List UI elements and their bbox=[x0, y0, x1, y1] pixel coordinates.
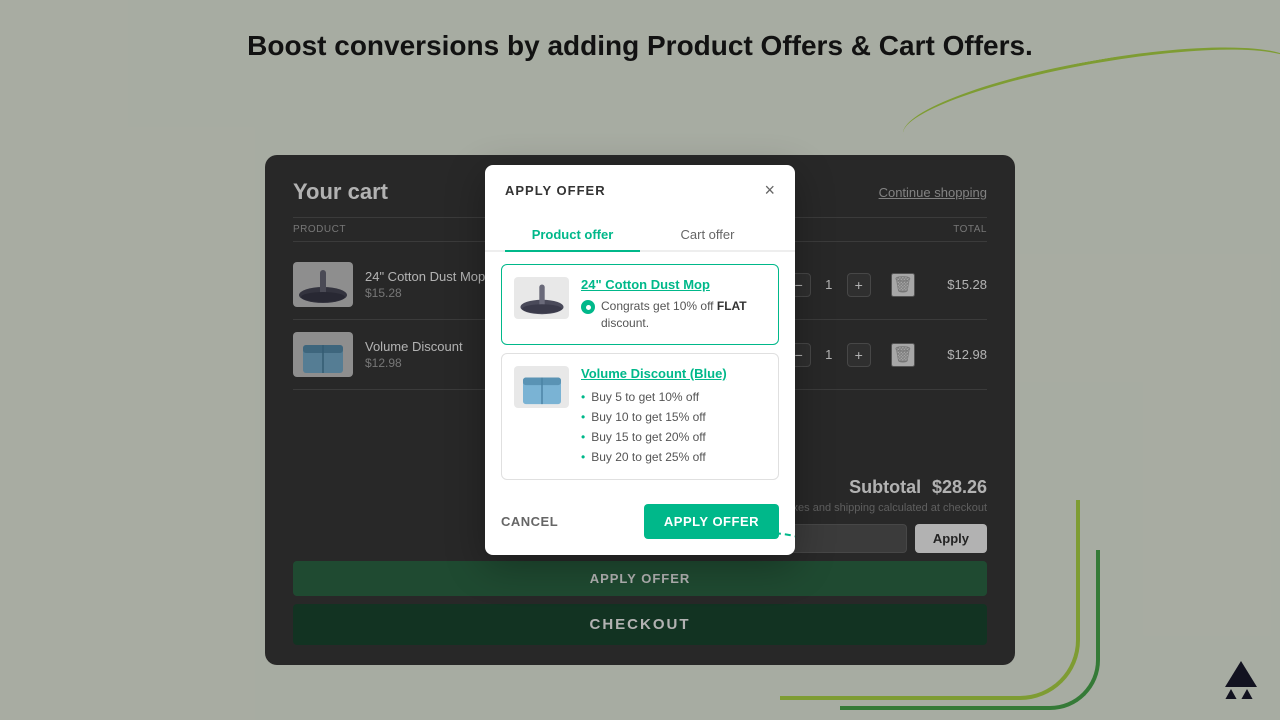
offer-card-2[interactable]: Volume Discount (Blue) Buy 5 to get 10% … bbox=[501, 353, 779, 480]
offer-2-tier-1: Buy 5 to get 10% off bbox=[581, 387, 766, 407]
offer-blue-box-icon bbox=[518, 368, 566, 406]
offer-2-name: Volume Discount (Blue) bbox=[581, 366, 766, 381]
offer-2-content: Volume Discount (Blue) Buy 5 to get 10% … bbox=[581, 366, 766, 467]
offer-1-radio-row: Congrats get 10% off FLAT discount. bbox=[581, 298, 766, 332]
modal-close-button[interactable]: × bbox=[764, 181, 775, 199]
offer-2-tier-2: Buy 10 to get 15% off bbox=[581, 407, 766, 427]
tab-cart-offer[interactable]: Cart offer bbox=[640, 219, 775, 250]
modal-cancel-button[interactable]: CANCEL bbox=[501, 514, 558, 529]
offer-2-image bbox=[514, 366, 569, 408]
offer-1-image bbox=[514, 277, 569, 319]
modal-tabs: Product offer Cart offer bbox=[485, 207, 795, 252]
tab-product-offer[interactable]: Product offer bbox=[505, 219, 640, 250]
offer-card-1[interactable]: 24" Cotton Dust Mop Congrats get 10% off… bbox=[501, 264, 779, 345]
offer-2-tier-4: Buy 20 to get 25% off bbox=[581, 447, 766, 467]
offer-2-tier-list: Buy 5 to get 10% off Buy 10 to get 15% o… bbox=[581, 387, 766, 467]
offer-1-name: 24" Cotton Dust Mop bbox=[581, 277, 766, 292]
offer-1-radio bbox=[581, 300, 595, 314]
apply-offer-modal: APPLY OFFER × Product offer Cart offer bbox=[485, 165, 795, 555]
modal-header: APPLY OFFER × bbox=[485, 165, 795, 199]
offer-1-desc: Congrats get 10% off FLAT discount. bbox=[601, 298, 766, 332]
modal-title: APPLY OFFER bbox=[505, 183, 606, 198]
modal-overlay: APPLY OFFER × Product offer Cart offer bbox=[0, 0, 1280, 720]
modal-body: 24" Cotton Dust Mop Congrats get 10% off… bbox=[485, 252, 795, 492]
dashed-arrow-decoration bbox=[745, 515, 795, 555]
offer-dust-mop-icon bbox=[517, 280, 567, 316]
offer-2-tier-3: Buy 15 to get 20% off bbox=[581, 427, 766, 447]
offer-1-content: 24" Cotton Dust Mop Congrats get 10% off… bbox=[581, 277, 766, 332]
